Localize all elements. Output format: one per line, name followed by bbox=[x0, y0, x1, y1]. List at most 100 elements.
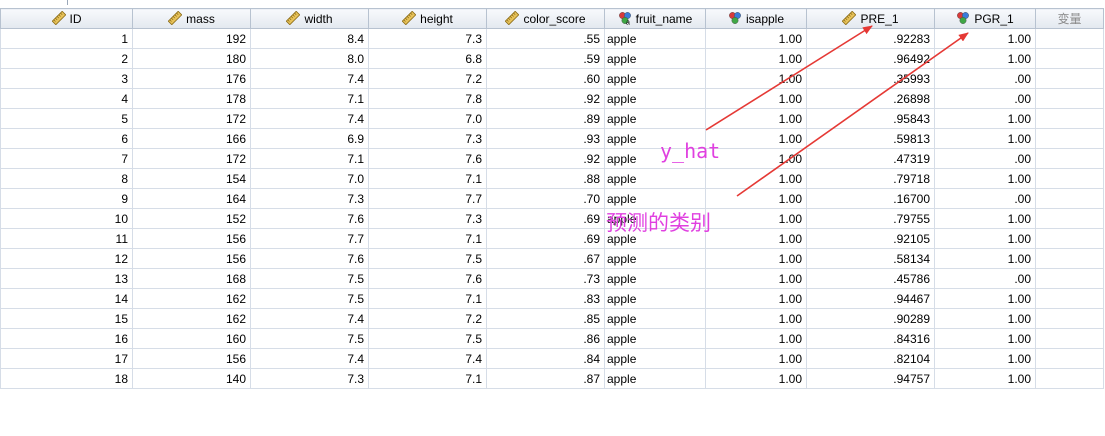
cell-empty[interactable] bbox=[1035, 328, 1104, 349]
cell-pre-1[interactable]: .96492 bbox=[806, 48, 935, 69]
cell-mass[interactable]: 176 bbox=[132, 68, 251, 89]
cell-mass[interactable]: 164 bbox=[132, 188, 251, 209]
column-header-pre-1[interactable]: PRE_1 bbox=[806, 8, 935, 29]
cell-width[interactable]: 7.5 bbox=[250, 288, 369, 309]
cell-width[interactable]: 7.0 bbox=[250, 168, 369, 189]
cell-mass[interactable]: 162 bbox=[132, 288, 251, 309]
cell-id[interactable]: 15 bbox=[0, 308, 133, 329]
cell-width[interactable]: 7.4 bbox=[250, 108, 369, 129]
cell-pgr-1[interactable]: .00 bbox=[934, 188, 1036, 209]
cell-fruit-name[interactable]: apple bbox=[604, 308, 706, 329]
cell-pgr-1[interactable]: 1.00 bbox=[934, 348, 1036, 369]
cell-empty[interactable] bbox=[1035, 148, 1104, 169]
cell-height[interactable]: 7.6 bbox=[368, 268, 487, 289]
cell-pre-1[interactable]: .84316 bbox=[806, 328, 935, 349]
cell-id[interactable]: 6 bbox=[0, 128, 133, 149]
cell-height[interactable]: 6.8 bbox=[368, 48, 487, 69]
cell-pre-1[interactable]: .16700 bbox=[806, 188, 935, 209]
cell-width[interactable]: 8.4 bbox=[250, 28, 369, 49]
cell-height[interactable]: 7.1 bbox=[368, 168, 487, 189]
cell-pre-1[interactable]: .82104 bbox=[806, 348, 935, 369]
cell-width[interactable]: 7.7 bbox=[250, 228, 369, 249]
cell-color-score[interactable]: .92 bbox=[486, 148, 605, 169]
cell-isapple[interactable]: 1.00 bbox=[705, 148, 807, 169]
cell-isapple[interactable]: 1.00 bbox=[705, 228, 807, 249]
cell-fruit-name[interactable]: apple bbox=[604, 168, 706, 189]
cell-pre-1[interactable]: .92105 bbox=[806, 228, 935, 249]
cell-empty[interactable] bbox=[1035, 228, 1104, 249]
cell-pre-1[interactable]: .90289 bbox=[806, 308, 935, 329]
cell-empty[interactable] bbox=[1035, 48, 1104, 69]
cell-height[interactable]: 7.3 bbox=[368, 128, 487, 149]
cell-color-score[interactable]: .60 bbox=[486, 68, 605, 89]
cell-fruit-name[interactable]: apple bbox=[604, 68, 706, 89]
cell-empty[interactable] bbox=[1035, 368, 1104, 389]
cell-empty[interactable] bbox=[1035, 308, 1104, 329]
cell-pgr-1[interactable]: .00 bbox=[934, 268, 1036, 289]
cell-height[interactable]: 7.8 bbox=[368, 88, 487, 109]
cell-color-score[interactable]: .69 bbox=[486, 228, 605, 249]
cell-width[interactable]: 7.5 bbox=[250, 268, 369, 289]
cell-id[interactable]: 11 bbox=[0, 228, 133, 249]
cell-height[interactable]: 7.3 bbox=[368, 28, 487, 49]
cell-pre-1[interactable]: .35993 bbox=[806, 68, 935, 89]
cell-isapple[interactable]: 1.00 bbox=[705, 288, 807, 309]
column-header-id[interactable]: ID bbox=[0, 8, 133, 29]
column-header-fruit-name[interactable]: a fruit_name bbox=[604, 8, 706, 29]
cell-pre-1[interactable]: .92283 bbox=[806, 28, 935, 49]
cell-width[interactable]: 7.6 bbox=[250, 248, 369, 269]
column-header-height[interactable]: height bbox=[368, 8, 487, 29]
cell-width[interactable]: 7.4 bbox=[250, 348, 369, 369]
cell-width[interactable]: 7.1 bbox=[250, 88, 369, 109]
cell-pgr-1[interactable]: 1.00 bbox=[934, 108, 1036, 129]
cell-height[interactable]: 7.0 bbox=[368, 108, 487, 129]
cell-id[interactable]: 3 bbox=[0, 68, 133, 89]
cell-height[interactable]: 7.3 bbox=[368, 208, 487, 229]
cell-width[interactable]: 7.4 bbox=[250, 68, 369, 89]
cell-pre-1[interactable]: .45786 bbox=[806, 268, 935, 289]
column-header-mass[interactable]: mass bbox=[132, 8, 251, 29]
cell-fruit-name[interactable]: apple bbox=[604, 48, 706, 69]
cell-empty[interactable] bbox=[1035, 108, 1104, 129]
cell-height[interactable]: 7.1 bbox=[368, 288, 487, 309]
cell-id[interactable]: 8 bbox=[0, 168, 133, 189]
cell-mass[interactable]: 154 bbox=[132, 168, 251, 189]
cell-pgr-1[interactable]: 1.00 bbox=[934, 128, 1036, 149]
cell-mass[interactable]: 152 bbox=[132, 208, 251, 229]
cell-color-score[interactable]: .59 bbox=[486, 48, 605, 69]
cell-color-score[interactable]: .73 bbox=[486, 268, 605, 289]
column-header-color-score[interactable]: color_score bbox=[486, 8, 605, 29]
cell-mass[interactable]: 162 bbox=[132, 308, 251, 329]
cell-pre-1[interactable]: .94757 bbox=[806, 368, 935, 389]
cell-width[interactable]: 7.5 bbox=[250, 328, 369, 349]
cell-pgr-1[interactable]: 1.00 bbox=[934, 208, 1036, 229]
cell-mass[interactable]: 156 bbox=[132, 348, 251, 369]
column-header-pgr-1[interactable]: PGR_1 bbox=[934, 8, 1036, 29]
cell-empty[interactable] bbox=[1035, 208, 1104, 229]
cell-id[interactable]: 1 bbox=[0, 28, 133, 49]
cell-width[interactable]: 7.3 bbox=[250, 368, 369, 389]
cell-isapple[interactable]: 1.00 bbox=[705, 68, 807, 89]
cell-color-score[interactable]: .88 bbox=[486, 168, 605, 189]
cell-isapple[interactable]: 1.00 bbox=[705, 168, 807, 189]
cell-height[interactable]: 7.7 bbox=[368, 188, 487, 209]
cell-width[interactable]: 6.9 bbox=[250, 128, 369, 149]
cell-width[interactable]: 7.6 bbox=[250, 208, 369, 229]
cell-mass[interactable]: 168 bbox=[132, 268, 251, 289]
cell-color-score[interactable]: .89 bbox=[486, 108, 605, 129]
cell-isapple[interactable]: 1.00 bbox=[705, 108, 807, 129]
cell-empty[interactable] bbox=[1035, 168, 1104, 189]
cell-pre-1[interactable]: .79718 bbox=[806, 168, 935, 189]
cell-isapple[interactable]: 1.00 bbox=[705, 368, 807, 389]
cell-empty[interactable] bbox=[1035, 128, 1104, 149]
cell-mass[interactable]: 140 bbox=[132, 368, 251, 389]
cell-isapple[interactable]: 1.00 bbox=[705, 348, 807, 369]
cell-id[interactable]: 13 bbox=[0, 268, 133, 289]
cell-id[interactable]: 12 bbox=[0, 248, 133, 269]
cell-fruit-name[interactable]: apple bbox=[604, 108, 706, 129]
cell-pre-1[interactable]: .95843 bbox=[806, 108, 935, 129]
cell-pre-1[interactable]: .47319 bbox=[806, 148, 935, 169]
cell-color-score[interactable]: .70 bbox=[486, 188, 605, 209]
cell-color-score[interactable]: .67 bbox=[486, 248, 605, 269]
cell-width[interactable]: 7.3 bbox=[250, 188, 369, 209]
